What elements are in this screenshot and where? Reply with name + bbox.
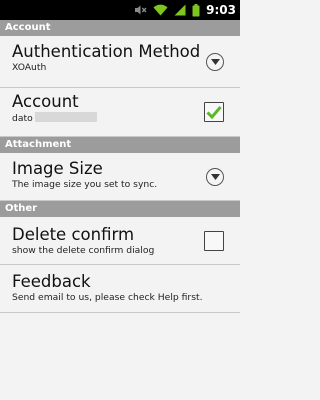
chevron-down-icon[interactable] xyxy=(206,52,224,71)
pref-title: Account xyxy=(12,92,79,111)
section-header-attachment: Attachment xyxy=(0,137,240,153)
delete-confirm-checkbox[interactable] xyxy=(204,230,224,251)
pref-authentication-method[interactable]: Authentication Method XOAuth xyxy=(0,36,240,88)
pref-title: Feedback xyxy=(12,272,91,291)
pref-feedback[interactable]: Feedback Send email to us, please check … xyxy=(0,265,240,313)
pref-title: Authentication Method xyxy=(12,42,201,61)
pref-summary: Send email to us, please check Help firs… xyxy=(12,292,203,303)
signal-icon xyxy=(174,4,186,16)
redacted-block xyxy=(34,112,97,122)
status-time: 9:03 xyxy=(206,3,236,17)
pref-summary: dato xyxy=(12,112,196,125)
battery-icon xyxy=(192,3,200,17)
wifi-icon xyxy=(153,4,168,16)
pref-account[interactable]: Account dato xyxy=(0,88,240,137)
pref-image-size[interactable]: Image Size The image size you set to syn… xyxy=(0,153,240,201)
pref-summary: The image size you set to sync. xyxy=(12,179,158,190)
status-bar: 9:03 xyxy=(0,0,240,20)
chevron-down-icon[interactable] xyxy=(206,167,224,186)
account-name: dato xyxy=(12,113,33,124)
pref-delete-confirm[interactable]: Delete confirm show the delete confirm d… xyxy=(0,217,240,265)
pref-summary: show the delete confirm dialog xyxy=(12,245,155,256)
pref-summary: XOAuth xyxy=(12,62,47,73)
mute-icon xyxy=(134,4,147,16)
section-header-other: Other xyxy=(0,201,240,217)
account-checkbox[interactable] xyxy=(204,102,224,122)
pref-title: Delete confirm xyxy=(12,225,135,244)
section-header-account: Account xyxy=(0,20,240,36)
checkmark-icon xyxy=(206,106,222,119)
pref-title: Image Size xyxy=(12,159,103,178)
